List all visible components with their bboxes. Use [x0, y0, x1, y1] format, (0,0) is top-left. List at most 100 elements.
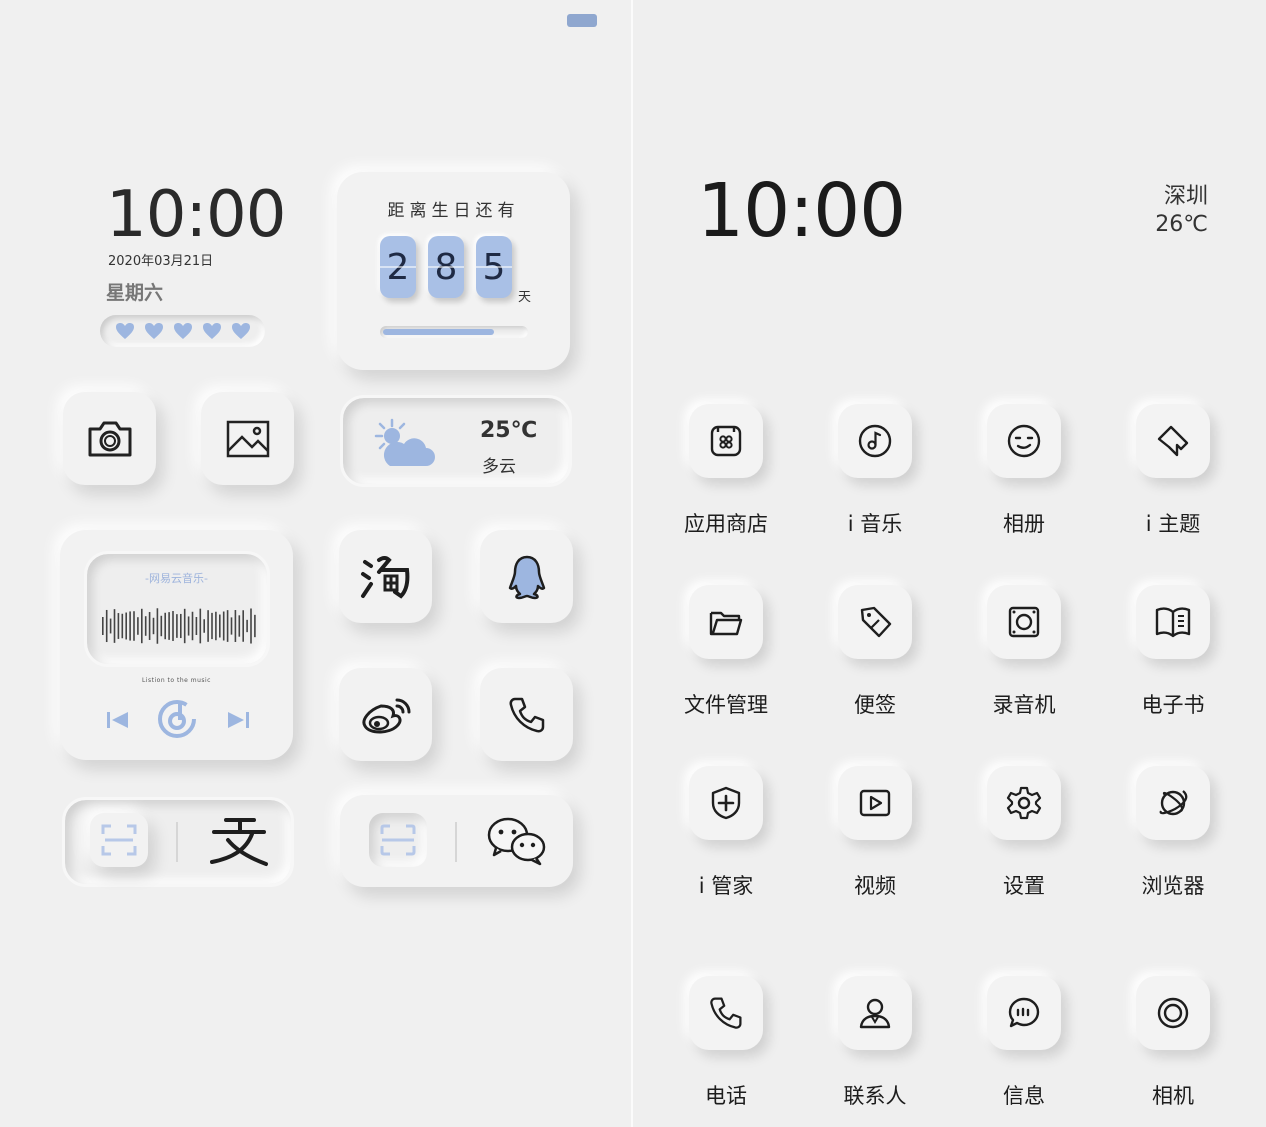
notes-app[interactable]: 便签	[800, 585, 950, 719]
clock-weekday: 星期六	[106, 282, 164, 304]
app-label: 便签	[854, 693, 896, 717]
next-icon[interactable]	[224, 708, 252, 732]
countdown-progress	[380, 326, 528, 338]
heart-icon	[115, 323, 134, 339]
waveform-bar	[176, 614, 178, 638]
alipay-icon[interactable]	[206, 814, 270, 870]
waveform-bar	[129, 611, 131, 641]
album-face-icon	[1007, 424, 1041, 458]
countdown-digit: 8	[428, 236, 464, 298]
recorder-app[interactable]: 录音机	[949, 585, 1099, 719]
widget-divider	[176, 822, 178, 862]
clock-time: 10:00	[106, 178, 286, 252]
widget-divider	[455, 822, 457, 862]
weibo-app[interactable]	[339, 668, 432, 761]
music-brand: -网易云音乐-	[145, 572, 208, 585]
waveform-bar	[242, 610, 244, 642]
i-manager-app[interactable]: i 管家	[651, 766, 801, 900]
audio-waveform	[102, 608, 256, 644]
countdown-digit: 5	[476, 236, 512, 298]
scan-icon	[101, 824, 137, 856]
waveform-bar	[156, 608, 159, 644]
browser-app[interactable]: 浏览器	[1098, 766, 1248, 900]
planet-icon	[1159, 790, 1188, 816]
waveform-bar	[222, 611, 225, 641]
app-label: i 音乐	[847, 512, 903, 536]
heart-icon	[173, 323, 192, 339]
waveform-bar	[164, 612, 166, 640]
settings-app[interactable]: 设置	[949, 766, 1099, 900]
message-icon	[1008, 997, 1040, 1028]
waveform-bar	[226, 610, 229, 642]
wechat-icon[interactable]	[486, 815, 548, 867]
partly-cloudy-icon	[374, 418, 435, 466]
qq-app[interactable]	[480, 530, 573, 623]
countdown-digit: 2	[380, 236, 416, 298]
tag-note-icon	[860, 606, 892, 638]
phone-app[interactable]: 电话	[651, 976, 801, 1110]
theme-app[interactable]: i 主题	[1098, 404, 1248, 538]
clock-date: 2020年03月21日	[108, 254, 214, 269]
video-play-icon	[859, 789, 891, 817]
book-icon	[1155, 607, 1191, 638]
waveform-bar	[121, 613, 124, 639]
waveform-bar	[187, 616, 190, 636]
app-label: 文件管理	[684, 693, 768, 717]
countdown-unit: 天	[518, 290, 532, 305]
weather-city: 深圳	[1163, 184, 1208, 209]
waveform-bar	[180, 613, 182, 639]
app-label: 浏览器	[1141, 874, 1205, 898]
wechat-scan-button[interactable]	[369, 813, 427, 867]
phone-app[interactable]	[480, 668, 573, 761]
waveform-bar	[207, 610, 209, 642]
app-label: 相册	[1003, 512, 1045, 536]
contacts-app[interactable]: 联系人	[800, 976, 950, 1110]
gallery-app[interactable]	[201, 392, 294, 485]
waveform-bar	[113, 609, 116, 643]
app-label: 视频	[854, 874, 896, 898]
app-store-app[interactable]: 应用商店	[651, 404, 801, 538]
app-store-icon	[710, 425, 742, 457]
waveform-bar	[238, 615, 241, 637]
app-label: 录音机	[992, 693, 1056, 717]
weibo-icon	[362, 698, 410, 733]
waveform-bar	[211, 612, 213, 640]
video-app[interactable]: 视频	[800, 766, 950, 900]
waveform-bar	[215, 611, 217, 641]
heart-icon	[231, 323, 250, 339]
camera-lens-icon	[1157, 997, 1189, 1029]
ebook-app[interactable]: 电子书	[1098, 585, 1248, 719]
contact-icon	[859, 998, 891, 1029]
waveform-bar	[246, 619, 248, 633]
app-label: 电子书	[1141, 693, 1205, 717]
weather-condition: 多云	[482, 457, 516, 477]
battery-indicator	[567, 14, 597, 27]
waveform-bar	[141, 608, 143, 644]
previous-icon[interactable]	[104, 708, 132, 732]
home-clock[interactable]: 10:00	[697, 168, 906, 254]
waveform-bar	[148, 612, 151, 640]
netease-music-icon[interactable]	[156, 698, 198, 740]
camera-app[interactable]: 相机	[1098, 976, 1248, 1110]
recorder-icon	[1008, 606, 1040, 638]
waveform-bar	[152, 617, 155, 635]
waveform-bar	[125, 612, 127, 640]
waveform-bar	[230, 617, 233, 635]
waveform-bar	[203, 619, 205, 633]
app-label: 相机	[1152, 1084, 1194, 1108]
waveform-bar	[219, 614, 221, 638]
waveform-bar	[234, 610, 237, 642]
camera-app[interactable]	[63, 392, 156, 485]
left-home-screen: 10:00 2020年03月21日 星期六 距离生日还有 2 8 5 天 25℃…	[0, 0, 633, 1127]
waveform-bar	[137, 617, 139, 635]
taobao-app[interactable]	[339, 530, 432, 623]
folder-icon	[709, 611, 743, 636]
messages-app[interactable]: 信息	[949, 976, 1099, 1110]
waveform-bar	[102, 617, 104, 635]
file-manager-app[interactable]: 文件管理	[651, 585, 801, 719]
music-app[interactable]: i 音乐	[800, 404, 950, 538]
album-app[interactable]: 相册	[949, 404, 1099, 538]
waveform-bar	[172, 611, 174, 641]
scan-button[interactable]	[90, 813, 148, 867]
phone-icon	[509, 697, 544, 732]
